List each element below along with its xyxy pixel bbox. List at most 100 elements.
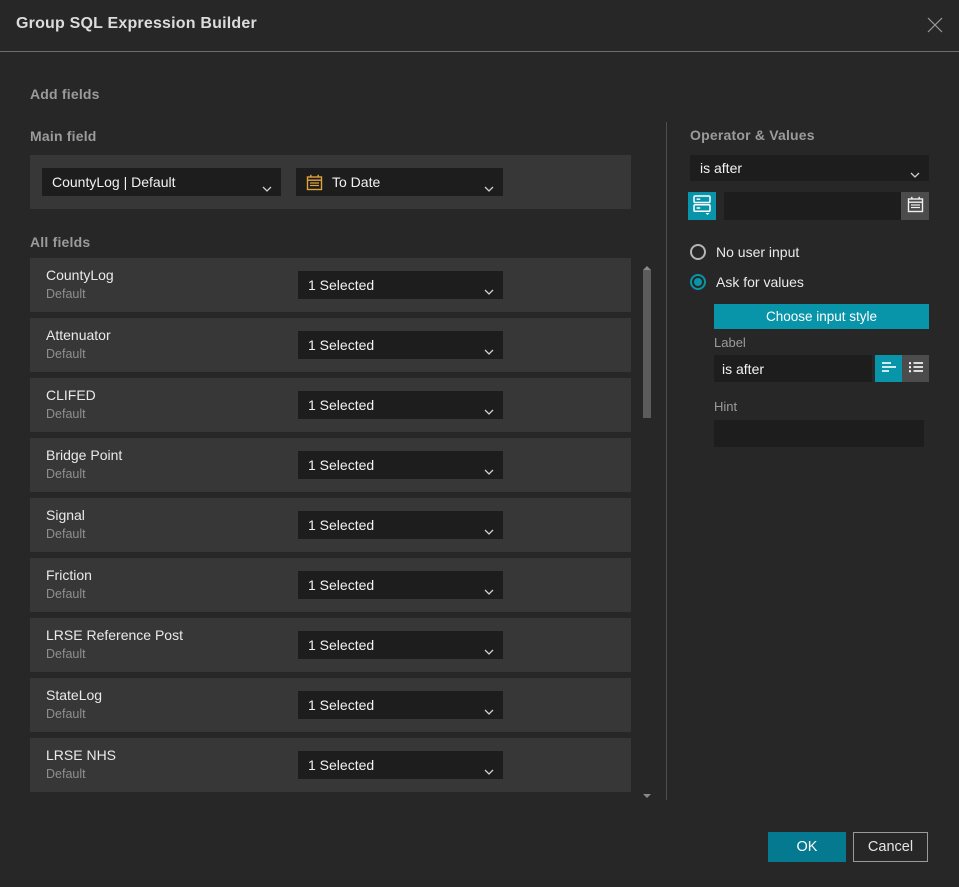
field-row-countylog: CountyLog Default 1 Selected	[30, 258, 631, 312]
field-subtitle: Default	[46, 407, 86, 421]
field-row-signal: Signal Default 1 Selected	[30, 498, 631, 552]
field-selection-value: 1 Selected	[308, 457, 375, 473]
field-name: LRSE Reference Post	[46, 627, 183, 643]
main-field-heading: Main field	[30, 128, 97, 144]
dialog-titlebar: Group SQL Expression Builder	[0, 0, 959, 52]
field-selection-value: 1 Selected	[308, 637, 375, 653]
value-input-row	[688, 192, 929, 220]
field-name: LRSE NHS	[46, 747, 117, 763]
operator-select[interactable]: is after	[690, 155, 929, 181]
field-selection-dropdown[interactable]: 1 Selected	[298, 511, 503, 539]
field-name: CLIFED	[46, 387, 96, 403]
dialog-title: Group SQL Expression Builder	[16, 15, 257, 32]
field-selection-dropdown[interactable]: 1 Selected	[298, 451, 503, 479]
choose-input-style-button[interactable]: Choose input style	[714, 304, 929, 329]
field-name: Attenuator	[46, 327, 111, 343]
chevron-down-icon	[484, 762, 494, 778]
scrollbar-thumb[interactable]	[643, 270, 651, 418]
date-picker-button[interactable]	[901, 192, 929, 220]
field-row-bridge-point: Bridge Point Default 1 Selected	[30, 438, 631, 492]
field-selection-dropdown[interactable]: 1 Selected	[298, 631, 503, 659]
chevron-down-icon	[484, 462, 494, 478]
radio-unchecked-icon	[690, 244, 706, 260]
input-style-toggle-group	[875, 355, 929, 382]
field-name: StateLog	[46, 687, 103, 703]
radio-ask-for-values-label: Ask for values	[716, 274, 804, 290]
field-selection-value: 1 Selected	[308, 757, 375, 773]
field-row-statelog: StateLog Default 1 Selected	[30, 678, 631, 732]
field-selection-dropdown[interactable]: 1 Selected	[298, 391, 503, 419]
radio-no-user-input-label: No user input	[716, 244, 800, 260]
chevron-down-icon	[484, 642, 494, 658]
chevron-down-icon	[484, 402, 494, 418]
hint-field-label: Hint	[714, 399, 738, 414]
field-selection-dropdown[interactable]: 1 Selected	[298, 331, 503, 359]
field-selection-value: 1 Selected	[308, 277, 375, 293]
field-row-lrse-nhs: LRSE NHS Default 1 Selected	[30, 738, 631, 792]
field-subtitle: Default	[46, 767, 86, 781]
label-field-label: Label	[714, 335, 746, 350]
radio-no-user-input[interactable]: No user input	[690, 244, 799, 260]
field-subtitle: Default	[46, 527, 86, 541]
field-selection-dropdown[interactable]: 1 Selected	[298, 571, 503, 599]
chevron-down-icon	[484, 702, 494, 718]
field-selection-dropdown[interactable]: 1 Selected	[298, 691, 503, 719]
value-input[interactable]	[724, 192, 901, 220]
date-field-select[interactable]: To Date	[296, 168, 503, 196]
unique-values-button[interactable]	[688, 192, 716, 220]
field-selection-dropdown[interactable]: 1 Selected	[298, 751, 503, 779]
main-field-select-value: CountyLog | Default	[52, 174, 176, 190]
field-selection-dropdown[interactable]: 1 Selected	[298, 271, 503, 299]
chevron-down-icon	[484, 342, 494, 358]
field-subtitle: Default	[46, 347, 86, 361]
fields-list-scrollbar[interactable]	[640, 258, 654, 804]
ok-button[interactable]: OK	[768, 832, 846, 862]
field-subtitle: Default	[46, 467, 86, 481]
chevron-down-icon	[484, 282, 494, 298]
field-name: Friction	[46, 567, 92, 583]
field-selection-value: 1 Selected	[308, 517, 375, 533]
field-name: Bridge Point	[46, 447, 123, 463]
field-name: Signal	[46, 507, 85, 523]
scroll-down-icon[interactable]	[642, 786, 652, 804]
column-divider	[666, 122, 667, 800]
all-fields-heading: All fields	[30, 234, 91, 250]
stacked-values-icon	[692, 194, 712, 218]
field-row-lrse-reference-post: LRSE Reference Post Default 1 Selected	[30, 618, 631, 672]
operator-values-heading: Operator & Values	[690, 127, 815, 143]
field-selection-value: 1 Selected	[308, 397, 375, 413]
chevron-down-icon	[484, 582, 494, 598]
radio-ask-for-values[interactable]: Ask for values	[690, 274, 804, 290]
main-field-row: CountyLog | Default To Date	[30, 155, 631, 209]
group-sql-expression-builder-dialog: Group SQL Expression Builder Add fields …	[0, 0, 959, 887]
single-value-style-button[interactable]	[875, 355, 902, 382]
radio-checked-icon	[690, 274, 706, 290]
main-field-select[interactable]: CountyLog | Default	[42, 168, 281, 196]
field-row-friction: Friction Default 1 Selected	[30, 558, 631, 612]
calendar-icon	[907, 196, 924, 216]
all-fields-list: CountyLog Default 1 Selected Attenuator …	[30, 258, 631, 798]
chevron-down-icon	[484, 179, 494, 195]
date-field-select-value: To Date	[332, 174, 381, 190]
field-selection-value: 1 Selected	[308, 337, 375, 353]
ask-for-values-section: Choose input style Label is after Hint	[714, 304, 929, 454]
field-subtitle: Default	[46, 287, 86, 301]
close-icon	[926, 16, 944, 37]
field-subtitle: Default	[46, 647, 86, 661]
hint-input[interactable]	[714, 420, 924, 447]
cancel-button[interactable]: Cancel	[853, 832, 928, 862]
operator-select-value: is after	[700, 160, 743, 176]
field-row-clifed: CLIFED Default 1 Selected	[30, 378, 631, 432]
field-row-attenuator: Attenuator Default 1 Selected	[30, 318, 631, 372]
chevron-down-icon	[910, 165, 920, 181]
close-button[interactable]	[922, 13, 948, 39]
field-selection-value: 1 Selected	[308, 577, 375, 593]
field-subtitle: Default	[46, 587, 86, 601]
list-style-button[interactable]	[902, 355, 929, 382]
label-input-row	[714, 355, 929, 382]
label-input[interactable]	[714, 355, 872, 382]
field-name: CountyLog	[46, 267, 114, 283]
field-subtitle: Default	[46, 707, 86, 721]
chevron-down-icon	[262, 179, 272, 195]
chevron-down-icon	[484, 522, 494, 538]
